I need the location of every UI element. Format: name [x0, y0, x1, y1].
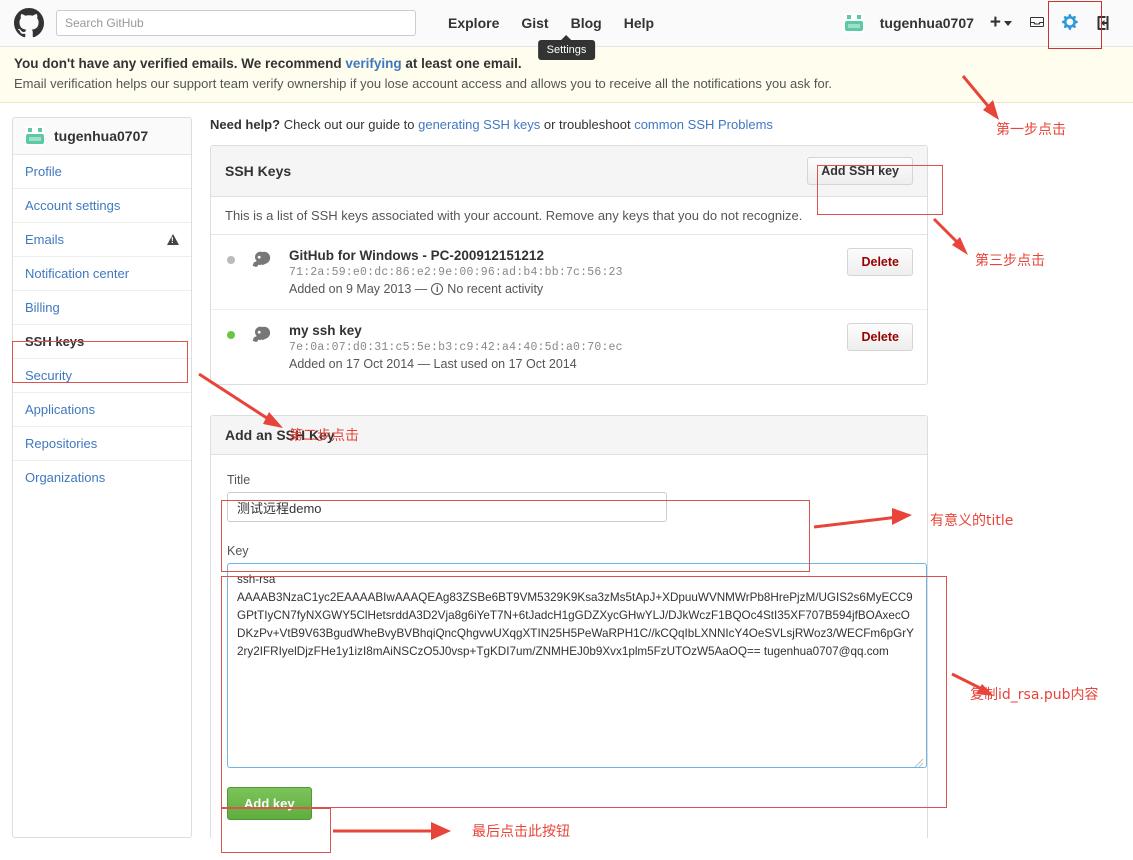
ssh-key-row: my ssh key 7e:0a:07:d0:31:c5:5e:b3:c9:42… [211, 310, 927, 384]
sidebar-avatar-icon [25, 126, 45, 146]
key-added-date: Added on 9 May 2013 — [289, 282, 428, 296]
nav-link-blog[interactable]: Blog [571, 15, 602, 31]
site-header: Search GitHub Explore Gist Blog Help tug… [0, 0, 1133, 60]
sidebar-item-label: Organizations [25, 470, 106, 485]
need-help-prefix: Need help? [210, 117, 281, 132]
settings-sidebar: tugenhua0707 Profile Account settings Em… [12, 117, 192, 838]
chevron-down-icon [1004, 20, 1012, 26]
verifying-link[interactable]: verifying [345, 56, 401, 71]
annotation-step-3: 第三步点击 [975, 253, 1045, 269]
key-textarea-wrapper [227, 563, 927, 771]
panel-title: SSH Keys [225, 163, 292, 179]
delete-key-button[interactable]: Delete [847, 323, 913, 351]
key-fingerprint: 71:2a:59:e0:dc:86:e2:9e:00:96:ad:b4:bb:7… [289, 266, 623, 279]
key-title: my ssh key [289, 323, 362, 338]
key-metadata: Added on 9 May 2013 — i No recent activi… [289, 282, 847, 296]
key-field-label: Key [227, 544, 249, 558]
settings-tooltip: Settings [537, 35, 596, 60]
key-activity: No recent activity [447, 282, 544, 296]
sidebar-item-label: Repositories [25, 436, 98, 451]
sidebar-item-applications[interactable]: Applications [13, 392, 191, 426]
sign-out-icon[interactable] [1096, 15, 1113, 31]
sidebar-item-account-settings[interactable]: Account settings [13, 188, 191, 222]
sidebar-account-name: tugenhua0707 [54, 128, 149, 144]
title-field-label: Title [227, 473, 251, 487]
annotation-step-1: 第一步点击 [996, 122, 1066, 138]
sidebar-item-emails[interactable]: Emails [13, 222, 191, 256]
key-title-input[interactable] [227, 492, 667, 522]
ssh-key-row: GitHub for Windows - PC-200912151212 71:… [211, 235, 927, 310]
search-input[interactable]: Search GitHub [56, 10, 416, 36]
key-details: my ssh key 7e:0a:07:d0:31:c5:5e:b3:c9:42… [289, 323, 847, 371]
gear-icon [1062, 13, 1078, 30]
nav-link-help[interactable]: Help [624, 15, 654, 31]
sidebar-item-profile[interactable]: Profile [13, 155, 191, 188]
annotation-copy-pubkey: 复制id_rsa.pub内容 [970, 687, 1099, 703]
create-new-button[interactable]: + [990, 12, 1012, 34]
sidebar-item-label: Security [25, 368, 72, 383]
public-key-textarea[interactable] [227, 563, 927, 768]
plus-icon: + [989, 12, 1001, 33]
sidebar-item-billing[interactable]: Billing [13, 290, 191, 324]
settings-main-content: Need help? Check out our guide to genera… [192, 117, 940, 838]
add-key-submit-button[interactable]: Add key [227, 787, 312, 820]
banner-text-part2: at least one email. [401, 56, 522, 71]
settings-gear-button[interactable] [1048, 0, 1102, 49]
ssh-keys-description: This is a list of SSH keys associated wi… [211, 197, 927, 235]
key-details: GitHub for Windows - PC-200912151212 71:… [289, 248, 847, 296]
sidebar-item-label: Profile [25, 164, 62, 179]
inbox-icon[interactable] [1028, 15, 1046, 31]
header-user-area: tugenhua0707 + Settings [537, 0, 1119, 60]
sidebar-item-label: Applications [25, 402, 96, 417]
nav-link-explore[interactable]: Explore [448, 15, 499, 31]
banner-text-part1: You don't have any verified emails. We r… [14, 56, 346, 71]
key-icon [247, 325, 281, 354]
delete-key-button[interactable]: Delete [847, 248, 913, 276]
header-username[interactable]: tugenhua0707 [880, 15, 974, 31]
header-nav: Explore Gist Blog Help [448, 15, 654, 31]
search-placeholder-text: Search GitHub [65, 16, 144, 30]
key-status-dot [227, 256, 235, 264]
nav-link-gist[interactable]: Gist [521, 15, 548, 31]
sidebar-item-label: SSH keys [25, 334, 85, 349]
sidebar-item-label: Emails [25, 232, 65, 247]
resize-handle-icon[interactable] [914, 758, 924, 768]
banner-secondary-text: Email verification helps our support tea… [14, 76, 832, 91]
key-icon [247, 250, 281, 279]
key-status-dot [227, 331, 235, 339]
github-octocat-icon[interactable] [14, 8, 44, 38]
sidebar-item-notification-center[interactable]: Notification center [13, 256, 191, 290]
annotation-final-click: 最后点击此按钮 [472, 824, 570, 840]
key-fingerprint: 7e:0a:07:d0:31:c5:5e:b3:c9:42:a4:40:5d:a… [289, 341, 623, 354]
common-ssh-problems-link[interactable]: common SSH Problems [634, 117, 773, 132]
need-help-text: Need help? Check out our guide to genera… [210, 117, 928, 132]
add-ssh-key-form: Add an SSH Key Title Key Add key [210, 415, 928, 838]
sidebar-item-organizations[interactable]: Organizations [13, 460, 191, 494]
info-icon: i [431, 283, 444, 295]
sidebar-account-header: tugenhua0707 [13, 118, 191, 155]
ssh-keys-panel-header: SSH Keys Add SSH key [211, 146, 927, 197]
settings-page: tugenhua0707 Profile Account settings Em… [0, 103, 1133, 838]
warning-triangle-icon [167, 234, 179, 245]
sidebar-item-ssh-keys[interactable]: SSH keys [13, 324, 191, 358]
key-metadata: Added on 17 Oct 2014 — Last used on 17 O… [289, 357, 847, 371]
need-help-text1: Check out our guide to [280, 117, 419, 132]
need-help-text2: or troubleshoot [540, 117, 635, 132]
annotation-step-2: 第二步点击 [289, 428, 359, 444]
ssh-keys-panel: SSH Keys Add SSH key This is a list of S… [210, 145, 928, 385]
avatar[interactable] [843, 13, 864, 33]
generating-ssh-keys-link[interactable]: generating SSH keys [418, 117, 540, 132]
sidebar-item-label: Notification center [25, 266, 130, 281]
sidebar-item-repositories[interactable]: Repositories [13, 426, 191, 460]
add-key-form-body: Title Key Add key [211, 455, 927, 838]
sidebar-item-security[interactable]: Security [13, 358, 191, 392]
key-title: GitHub for Windows - PC-200912151212 [289, 248, 544, 263]
key-added-date: Added on 17 Oct 2014 — Last used on 17 O… [289, 357, 577, 371]
sidebar-item-label: Account settings [25, 198, 121, 213]
sidebar-item-label: Billing [25, 300, 60, 315]
add-ssh-key-button[interactable]: Add SSH key [807, 157, 913, 185]
annotation-meaningful-title: 有意义的title [930, 513, 1014, 529]
